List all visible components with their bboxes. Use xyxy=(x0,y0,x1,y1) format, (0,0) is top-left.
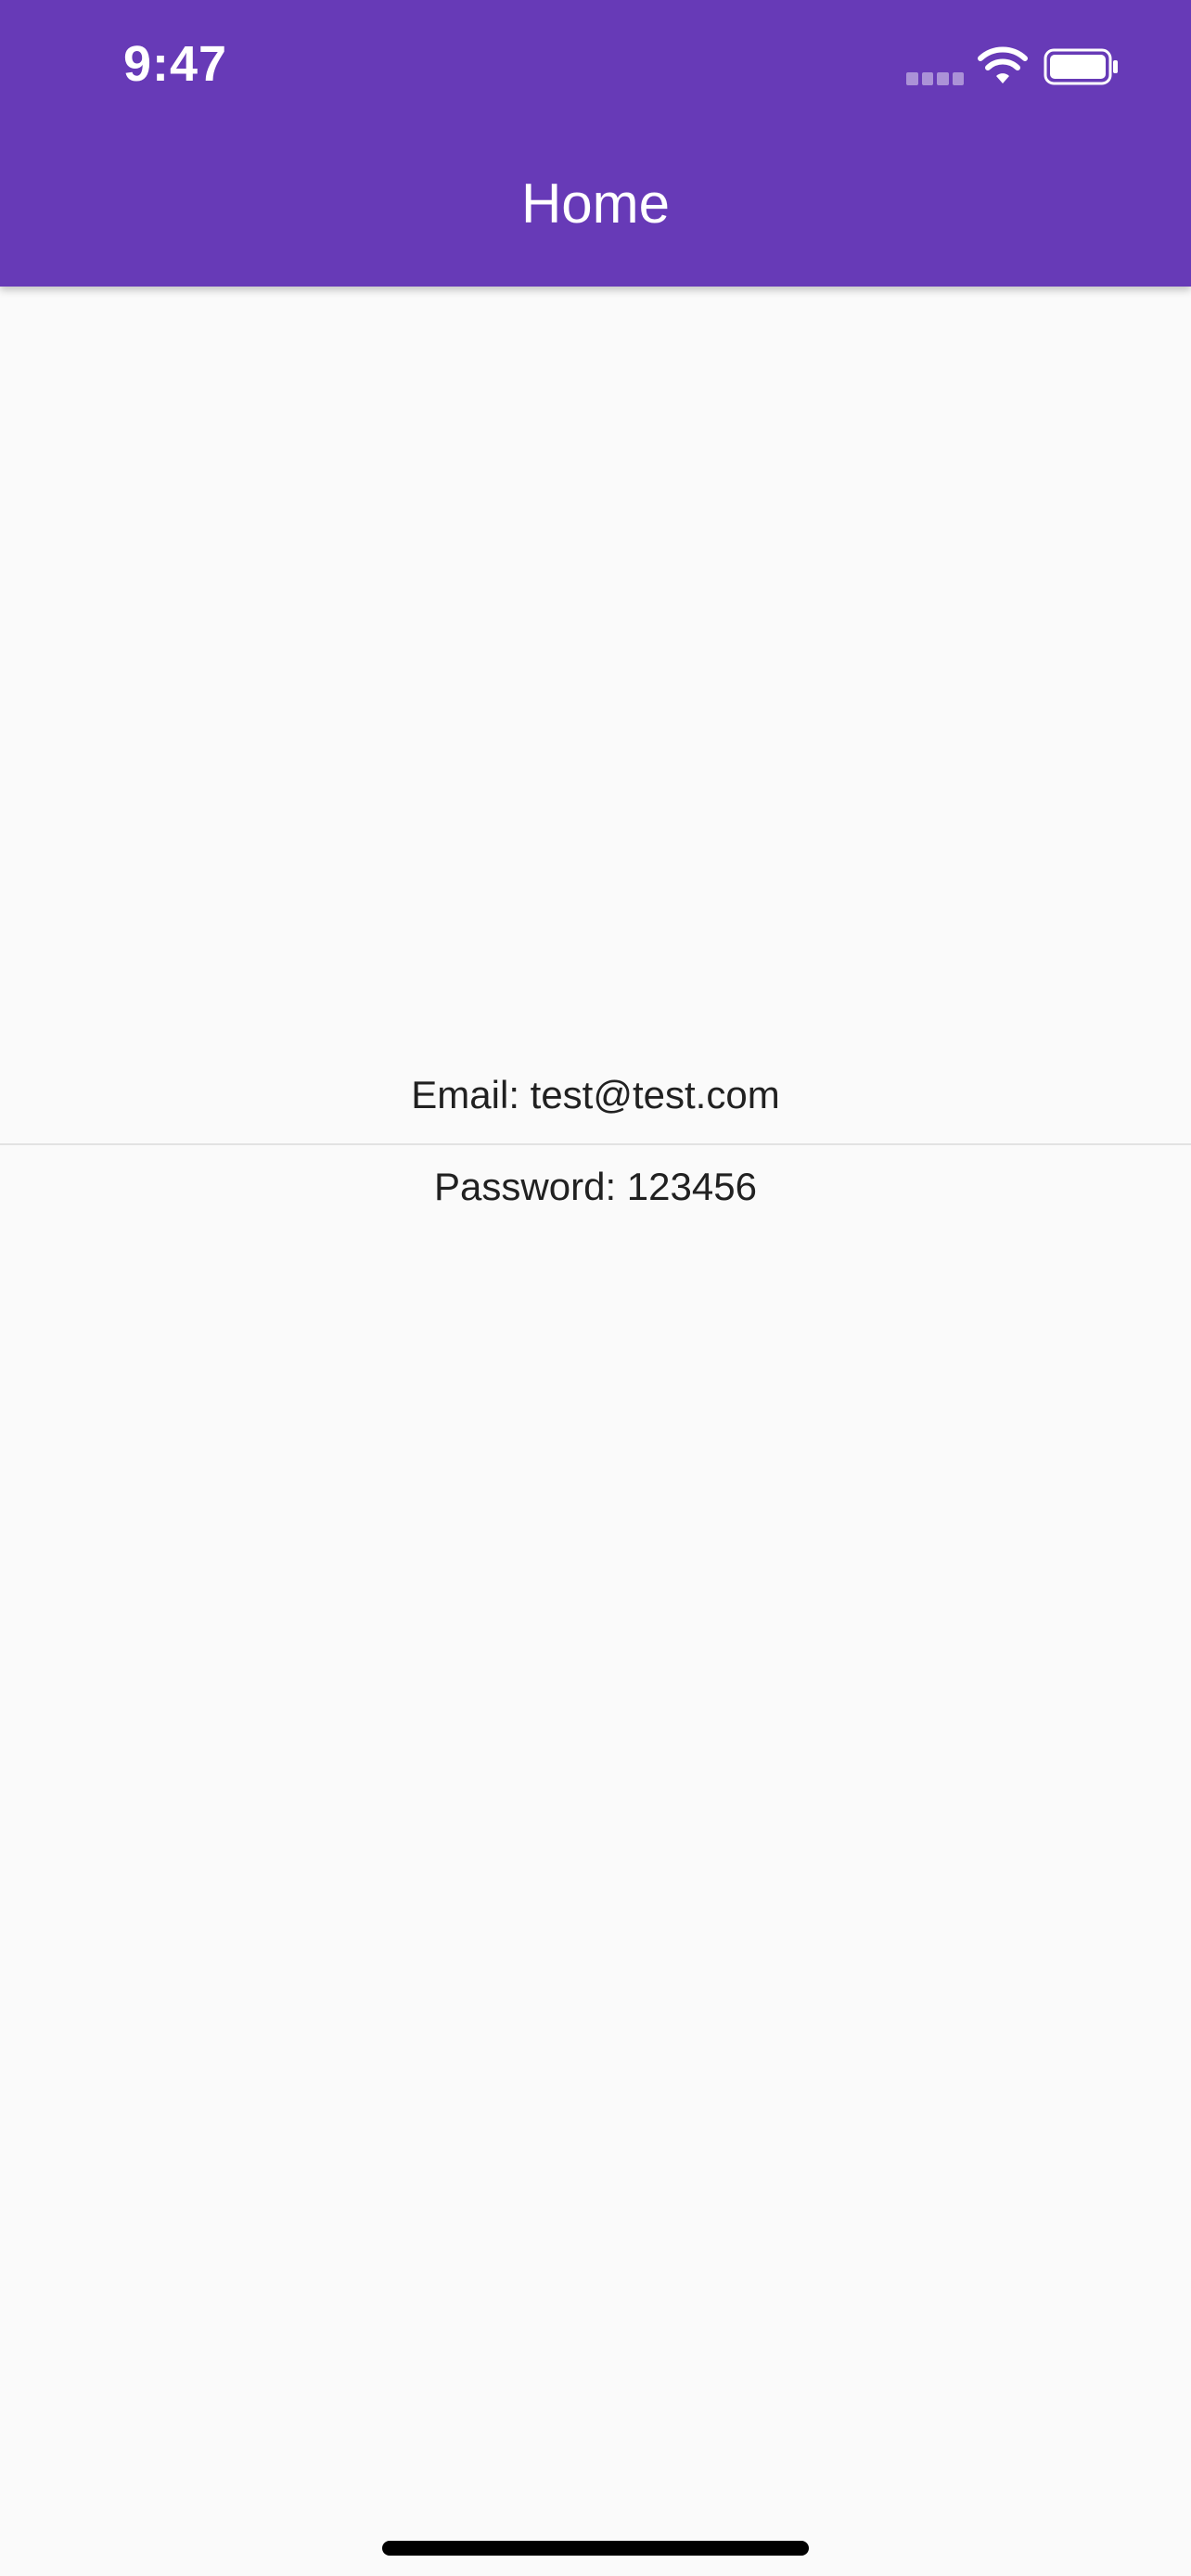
divider xyxy=(0,1143,1191,1145)
app-bar: 9:47 Home xyxy=(0,0,1191,287)
password-text: Password: 123456 xyxy=(434,1165,757,1208)
content-area xyxy=(0,287,1191,2576)
battery-icon xyxy=(1044,48,1118,85)
email-text: Email: test@test.com xyxy=(411,1073,780,1116)
page-title: Home xyxy=(520,172,671,235)
wifi-icon xyxy=(978,46,1028,83)
home-indicator[interactable] xyxy=(382,2541,809,2556)
status-time: 9:47 xyxy=(123,36,228,92)
signal-icon xyxy=(906,72,964,85)
